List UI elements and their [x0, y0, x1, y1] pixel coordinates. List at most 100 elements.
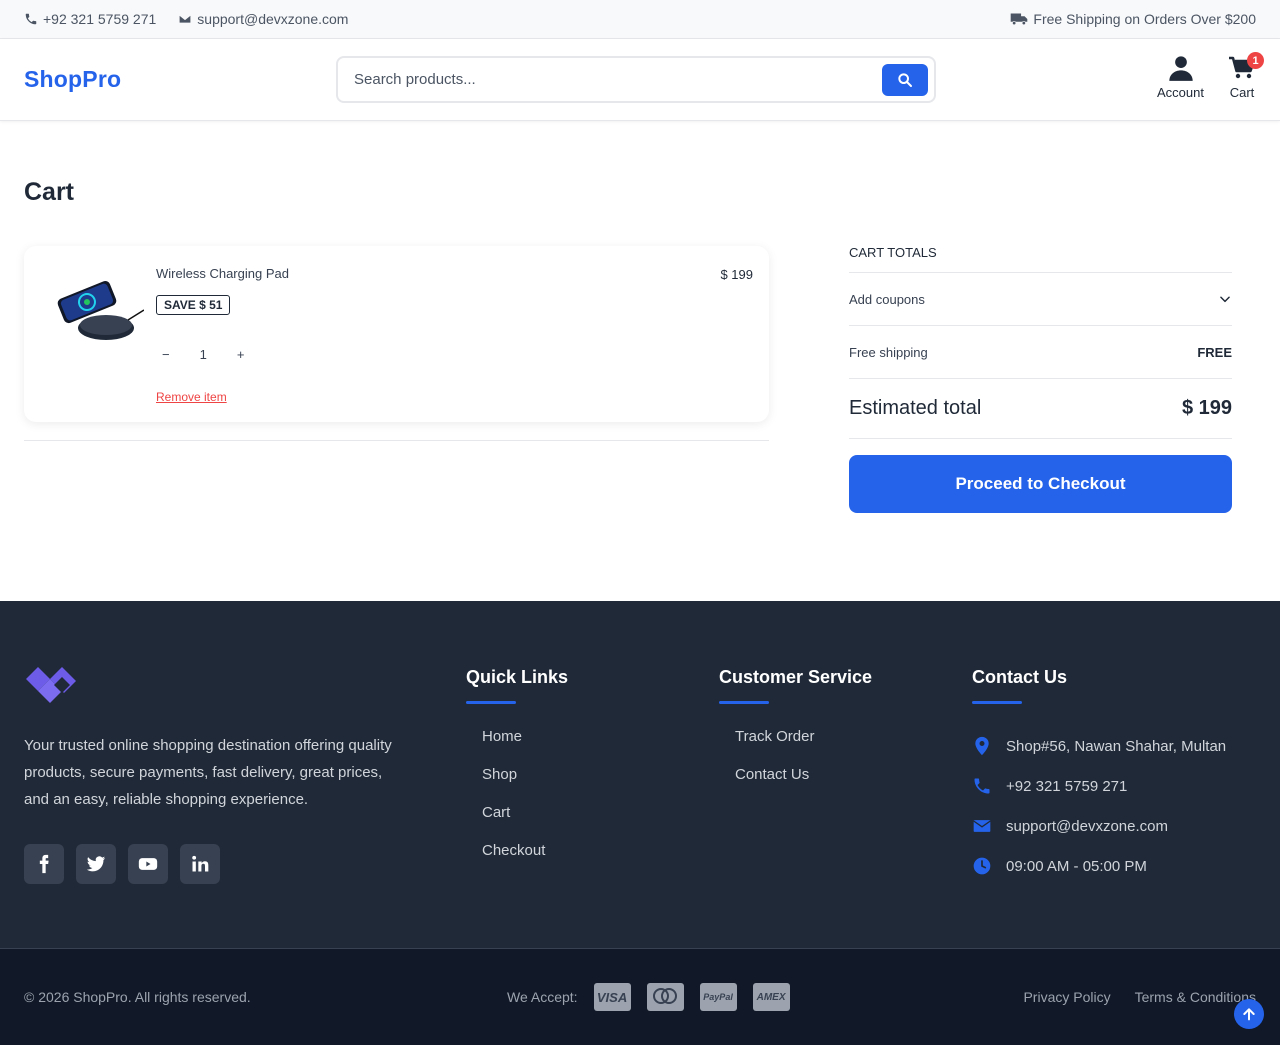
title-underline [466, 701, 516, 704]
account-link[interactable]: Account [1157, 54, 1204, 100]
footer-link-checkout[interactable]: Checkout [482, 842, 568, 880]
divider [24, 440, 769, 441]
footer-link-home[interactable]: Home [482, 728, 568, 766]
contact-email[interactable]: support@devxzone.com [972, 806, 1226, 846]
increment-button[interactable]: + [237, 347, 245, 362]
customer-service-list: Track Order Contact Us [719, 728, 872, 804]
remove-item-link[interactable]: Remove item [156, 390, 227, 404]
visa-icon: VISA [593, 983, 631, 1011]
proceed-to-checkout-button[interactable]: Proceed to Checkout [849, 455, 1232, 513]
product-image[interactable] [48, 276, 144, 346]
topbar-phone[interactable]: +92 321 5759 271 [24, 11, 156, 27]
cart-label: Cart [1229, 85, 1255, 100]
shipping-value: FREE [1197, 344, 1232, 360]
linkedin-link[interactable] [180, 844, 220, 884]
quantity-stepper: − 1 + [162, 347, 244, 362]
contact-address: Shop#56, Nawan Shahar, Multan [972, 726, 1226, 766]
site-footer: Your trusted online shopping destination… [0, 601, 1280, 948]
quantity-value[interactable]: 1 [200, 347, 207, 362]
topbar-shipping: Free Shipping on Orders Over $200 [1010, 11, 1256, 27]
topbar-phone-text: +92 321 5759 271 [43, 11, 157, 27]
search-bar [336, 56, 936, 103]
scroll-to-top-button[interactable] [1234, 999, 1264, 1029]
visa-text: VISA [596, 989, 628, 1005]
product-price: $ 199 [720, 267, 753, 282]
contact-list: Shop#56, Nawan Shahar, Multan +92 321 57… [972, 726, 1226, 886]
phone-icon [25, 13, 37, 25]
header-actions: Account 1 Cart [1157, 52, 1264, 100]
social-links [24, 844, 220, 884]
add-coupons-toggle[interactable]: Add coupons [849, 273, 1232, 326]
customer-service-title: Customer Service [719, 667, 873, 687]
linkedin-icon [192, 855, 209, 872]
mastercard-circles [653, 988, 678, 1004]
envelope-icon [973, 820, 991, 832]
truck-icon [1011, 13, 1028, 26]
clock-icon [973, 857, 991, 875]
shipping-label: Free shipping [849, 344, 928, 360]
estimated-total-row: Estimated total $ 199 [849, 379, 1232, 439]
search-button[interactable] [882, 63, 928, 96]
cart-link[interactable]: 1 Cart [1228, 52, 1264, 100]
cart-item: Wireless Charging Pad SAVE $ 51 − 1 + Re… [24, 246, 769, 422]
mastercard-icon [646, 983, 684, 1011]
site-header: ShopPro Account 1 Cart [0, 39, 1280, 121]
quick-links-title: Quick Links [466, 667, 569, 687]
map-pin-icon [975, 736, 989, 756]
cart-page: Cart Wireless Charging Pad SAVE $ 51 − 1… [0, 121, 1280, 601]
top-bar: +92 321 5759 271 support@devxzone.com Fr… [0, 0, 1280, 39]
save-badge: SAVE $ 51 [156, 295, 231, 315]
twitter-link[interactable] [76, 844, 116, 884]
page-title: Cart [24, 178, 75, 206]
topbar-shipping-text: Free Shipping on Orders Over $200 [1033, 11, 1256, 27]
footer-link-shop[interactable]: Shop [482, 766, 568, 804]
product-name[interactable]: Wireless Charging Pad [156, 266, 289, 281]
customer-service-column: Customer Service Track Order Contact Us [719, 667, 872, 804]
contact-address-text: Shop#56, Nawan Shahar, Multan [1006, 737, 1227, 755]
footer-link-track-order[interactable]: Track Order [735, 728, 872, 766]
contact-phone[interactable]: +92 321 5759 271 [972, 766, 1226, 806]
we-accept-label: We Accept: [507, 989, 578, 1005]
topbar-email[interactable]: support@devxzone.com [178, 11, 348, 27]
twitter-icon [86, 856, 106, 872]
contact-hours-text: 09:00 AM - 05:00 PM [1006, 857, 1147, 875]
phone-icon [974, 778, 990, 794]
facebook-link[interactable] [24, 844, 64, 884]
footer-about-text: Your trusted online shopping destination… [24, 737, 392, 808]
contact-column: Contact Us Shop#56, Nawan Shahar, Multan… [972, 667, 1226, 886]
amex-icon: AMEX [752, 983, 790, 1011]
brand-logo-icon[interactable] [24, 665, 78, 707]
facebook-icon [39, 854, 49, 874]
footer-link-contact-us[interactable]: Contact Us [735, 766, 872, 804]
amex-text: AMEX [756, 991, 786, 1003]
account-label: Account [1157, 85, 1204, 100]
privacy-policy-link[interactable]: Privacy Policy [1023, 989, 1110, 1005]
contact-hours: 09:00 AM - 05:00 PM [972, 846, 1226, 886]
youtube-link[interactable] [128, 844, 168, 884]
user-icon [1168, 56, 1193, 81]
payment-methods: We Accept: VISA PayPal AMEX [507, 983, 790, 1011]
search-input[interactable] [354, 71, 882, 88]
topbar-email-text: support@devxzone.com [197, 11, 349, 27]
copyright-text: © 2026 ShopPro. All rights reserved. [24, 989, 251, 1005]
paypal-icon: PayPal [699, 983, 737, 1011]
paypal-text: PayPal [703, 992, 733, 1002]
quick-links-list: Home Shop Cart Checkout [466, 728, 568, 880]
footer-bottom-bar: © 2026 ShopPro. All rights reserved. We … [0, 948, 1280, 1045]
chevron-down-icon [1220, 296, 1230, 303]
envelope-icon [179, 14, 192, 24]
contact-title: Contact Us [972, 667, 1068, 687]
contact-email-text: support@devxzone.com [1006, 817, 1168, 835]
site-logo[interactable]: ShopPro [24, 66, 121, 93]
arrow-up-icon [1243, 1008, 1255, 1021]
footer-link-cart[interactable]: Cart [482, 804, 568, 842]
cart-totals: CART TOTALS Add coupons Free shipping FR… [849, 245, 1232, 513]
contact-phone-text: +92 321 5759 271 [1006, 777, 1128, 795]
cart-totals-title: CART TOTALS [849, 245, 1232, 273]
title-underline [719, 701, 769, 704]
legal-links: Privacy Policy Terms & Conditions [1023, 989, 1256, 1005]
search-icon [898, 72, 912, 87]
decrement-button[interactable]: − [162, 347, 170, 362]
quick-links-column: Quick Links Home Shop Cart Checkout [466, 667, 568, 880]
estimated-total-value: $ 199 [1181, 397, 1232, 419]
